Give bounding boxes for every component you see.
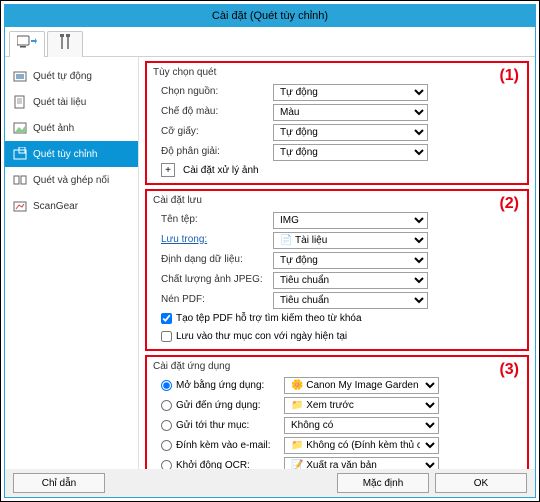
paper-size-select[interactable]: Tự động — [273, 124, 428, 141]
dialog-window: Cài đặt (Quét tùy chỉnh) Quét tự động — [4, 4, 536, 498]
scan-options-group: (1) Tùy chọn quét Chọn nguồn: Tự động Ch… — [145, 61, 529, 185]
titlebar: Cài đặt (Quét tùy chỉnh) — [5, 5, 535, 27]
photo-icon — [13, 121, 27, 135]
sidebar-item-label: Quét tùy chỉnh — [33, 149, 97, 160]
sidebar: Quét tự động Quét tài liệu Quét ảnh Quét… — [5, 57, 139, 469]
save-folder-link[interactable]: Lưu trong: — [161, 234, 207, 245]
start-ocr-radio[interactable] — [161, 460, 172, 470]
monitor-arrow-icon — [17, 35, 37, 54]
sidebar-item-label: ScanGear — [33, 201, 78, 212]
callout-number-2: (2) — [499, 195, 519, 213]
send-to-app-select[interactable]: 📁 Xem trước — [284, 397, 439, 414]
data-format-select[interactable]: Tự động — [273, 252, 428, 269]
pdf-keyword-search-checkbox[interactable] — [161, 313, 172, 324]
expand-image-processing-button[interactable]: + — [161, 163, 175, 177]
tabstrip — [5, 27, 535, 57]
open-with-app-radio[interactable] — [161, 380, 172, 391]
filename-label: Tên tệp: — [153, 214, 273, 225]
send-to-folder-label: Gửi tới thư mục: — [176, 420, 284, 431]
custom-scan-icon — [13, 147, 27, 161]
image-processing-label: Cài đặt xử lý ảnh — [183, 165, 259, 176]
resolution-label: Độ phân giải: — [153, 146, 273, 157]
help-button[interactable]: Chỉ dẫn — [13, 473, 105, 493]
pdf-compression-select[interactable]: Tiêu chuẩn — [273, 292, 428, 309]
open-with-app-select[interactable]: 🌼 Canon My Image Garden — [284, 377, 439, 394]
open-with-app-label: Mở bằng ứng dụng: — [176, 380, 284, 391]
attach-email-label: Đính kèm vào e-mail: — [176, 440, 284, 451]
callout-number-1: (1) — [499, 67, 519, 85]
tools-icon — [57, 34, 73, 55]
sidebar-item-scangear[interactable]: ScanGear — [5, 193, 138, 219]
main-panel: (1) Tùy chọn quét Chọn nguồn: Tự động Ch… — [139, 57, 535, 469]
paper-size-label: Cỡ giấy: — [153, 126, 273, 137]
app-settings-group: (3) Cài đặt ứng dụng Mở bằng ứng dụng: 🌼… — [145, 355, 529, 469]
start-ocr-label: Khởi động OCR: — [176, 460, 284, 470]
sidebar-item-label: Quét ảnh — [33, 123, 74, 134]
tab-scan-from-computer[interactable] — [9, 31, 45, 57]
resolution-select[interactable]: Tự động — [273, 144, 428, 161]
save-folder-select[interactable]: 📄 Tài liệu — [273, 232, 428, 249]
document-icon — [13, 95, 27, 109]
jpeg-quality-label: Chất lượng ảnh JPEG: — [153, 274, 273, 285]
defaults-button[interactable]: Mặc định — [337, 473, 429, 493]
filename-combo[interactable]: IMG — [273, 212, 428, 229]
sidebar-item-custom[interactable]: Quét tùy chỉnh — [5, 141, 138, 167]
scan-options-title: Tùy chọn quét — [153, 67, 521, 78]
send-to-app-radio[interactable] — [161, 400, 172, 411]
send-to-folder-radio[interactable] — [161, 420, 172, 431]
sidebar-item-auto[interactable]: Quét tự động — [5, 63, 138, 89]
pdf-keyword-search-label: Tạo tệp PDF hỗ trợ tìm kiếm theo từ khóa — [176, 313, 362, 324]
footer-bar: Chỉ dẫn Mặc định OK — [5, 469, 535, 497]
send-to-folder-select[interactable]: Không có — [284, 417, 439, 434]
stitch-icon — [13, 173, 27, 187]
save-settings-group: (2) Cài đặt lưu Tên tệp: IMG Lưu trong: … — [145, 189, 529, 351]
start-ocr-select[interactable]: 📝 Xuất ra văn bản — [284, 457, 439, 470]
sidebar-item-label: Quét tài liệu — [33, 97, 86, 108]
sidebar-item-stitch[interactable]: Quét và ghép nối — [5, 167, 138, 193]
auto-scan-icon — [13, 69, 27, 83]
ok-button[interactable]: OK — [435, 473, 527, 493]
data-format-label: Định dạng dữ liệu: — [153, 254, 273, 265]
content-area: Quét tự động Quét tài liệu Quét ảnh Quét… — [5, 57, 535, 469]
save-subfolder-date-checkbox[interactable] — [161, 331, 172, 342]
save-subfolder-date-label: Lưu vào thư mục con với ngày hiện tại — [176, 331, 347, 342]
sidebar-item-photo[interactable]: Quét ảnh — [5, 115, 138, 141]
source-label: Chọn nguồn: — [153, 86, 273, 97]
save-settings-title: Cài đặt lưu — [153, 195, 521, 206]
tab-settings[interactable] — [47, 31, 83, 57]
color-mode-select[interactable]: Màu — [273, 104, 428, 121]
color-mode-label: Chế độ màu: — [153, 106, 273, 117]
callout-number-3: (3) — [499, 361, 519, 379]
sidebar-item-label: Quét tự động — [33, 71, 92, 82]
jpeg-quality-select[interactable]: Tiêu chuẩn — [273, 272, 428, 289]
window-title: Cài đặt (Quét tùy chỉnh) — [212, 10, 328, 22]
sidebar-item-document[interactable]: Quét tài liệu — [5, 89, 138, 115]
pdf-compression-label: Nén PDF: — [153, 294, 273, 305]
sidebar-item-label: Quét và ghép nối — [33, 175, 109, 186]
send-to-app-label: Gửi đến ứng dụng: — [176, 400, 284, 411]
scangear-icon — [13, 199, 27, 213]
source-select[interactable]: Tự động — [273, 84, 428, 101]
attach-email-radio[interactable] — [161, 440, 172, 451]
app-settings-title: Cài đặt ứng dụng — [153, 361, 521, 372]
attach-email-select[interactable]: 📁 Không có (Đính kèm thủ công) — [284, 437, 439, 454]
